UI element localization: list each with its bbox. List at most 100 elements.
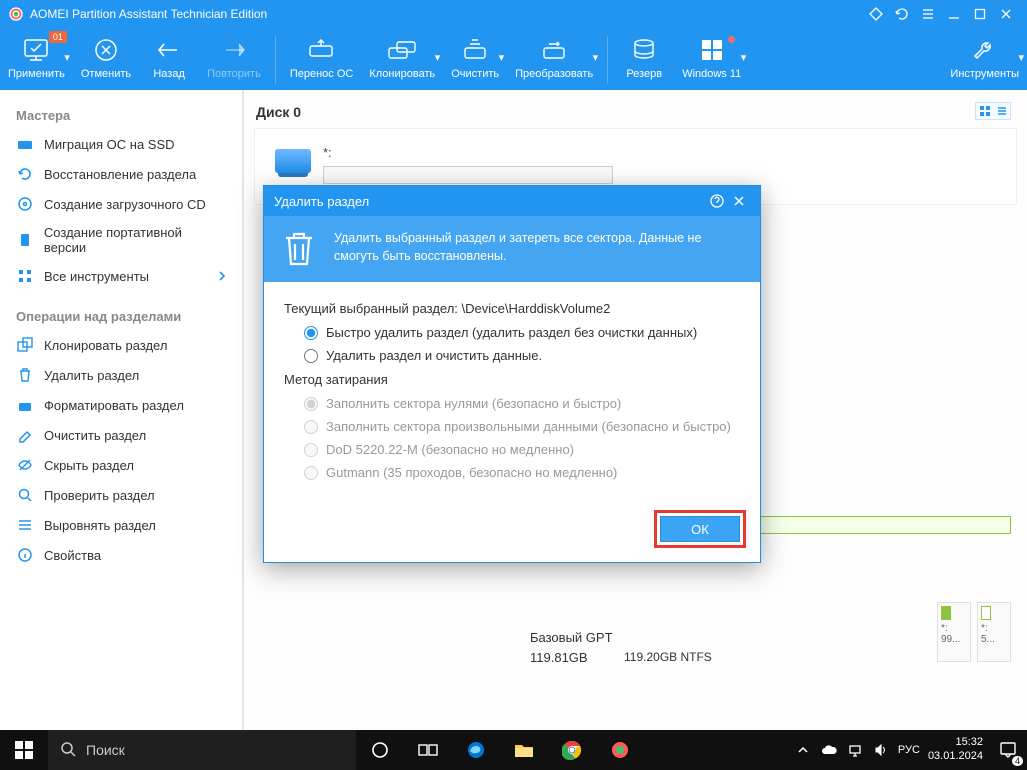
radio-random: Заполнить сектора произвольными данными … bbox=[284, 415, 740, 438]
aomei-taskbar-icon[interactable] bbox=[596, 730, 644, 770]
chevron-right-icon bbox=[217, 271, 227, 281]
grid-view-icon bbox=[976, 103, 993, 119]
refresh-icon[interactable] bbox=[889, 4, 915, 24]
tray-chevron-icon[interactable] bbox=[794, 741, 812, 759]
network-icon[interactable] bbox=[846, 741, 864, 759]
apply-button[interactable]: 01 Применить ▾ bbox=[0, 34, 73, 80]
wipe-method-label: Метод затирания bbox=[284, 372, 740, 387]
sidebar-item-hide-partition[interactable]: Скрыть раздел bbox=[0, 450, 243, 480]
trash-icon bbox=[16, 366, 34, 384]
sidebar-item-delete-partition[interactable]: Удалить раздел bbox=[0, 360, 243, 390]
explorer-icon[interactable] bbox=[500, 730, 548, 770]
search-icon bbox=[16, 486, 34, 504]
ok-highlight: ОК bbox=[654, 510, 746, 548]
forward-button: Повторить bbox=[199, 34, 269, 80]
ops-heading: Операции над разделами bbox=[0, 301, 243, 330]
grid-icon bbox=[16, 267, 34, 285]
keyboard-lang[interactable]: РУС bbox=[898, 744, 920, 756]
sidebar-item-bootable-cd[interactable]: Создание загрузочного CD bbox=[0, 189, 243, 219]
partition-bar[interactable] bbox=[323, 166, 613, 184]
radio-zeros: Заполнить сектора нулями (безопасно и бы… bbox=[284, 392, 740, 415]
chrome-icon[interactable] bbox=[548, 730, 596, 770]
action-center-button[interactable]: 4 bbox=[989, 730, 1027, 770]
taskbar-clock[interactable]: 15:32 03.01.2024 bbox=[928, 736, 983, 764]
radio-dod: DoD 5220.22-M (безопасно но медленно) bbox=[284, 438, 740, 461]
close-button[interactable] bbox=[993, 4, 1019, 24]
maximize-button[interactable] bbox=[967, 4, 993, 24]
system-tray: РУС 15:32 03.01.2024 bbox=[794, 736, 989, 764]
sidebar-item-all-tools[interactable]: Все инструменты bbox=[0, 261, 243, 291]
title-bar: AOMEI Partition Assistant Technician Edi… bbox=[0, 0, 1027, 28]
ssd-icon bbox=[16, 135, 34, 153]
notification-count: 4 bbox=[1012, 756, 1023, 766]
sidebar-item-align-partition[interactable]: Выровнять раздел bbox=[0, 510, 243, 540]
mini-partition[interactable]: *:5... bbox=[977, 602, 1011, 662]
view-toggle[interactable] bbox=[975, 102, 1011, 120]
caret-down-icon: ▾ bbox=[741, 51, 747, 64]
sidebar-item-check-partition[interactable]: Проверить раздел bbox=[0, 480, 243, 510]
convert-button[interactable]: Преобразовать ▾ bbox=[507, 34, 601, 80]
migrate-os-button[interactable]: Перенос ОС bbox=[282, 34, 362, 80]
dialog-header: Удалить выбранный раздел и затереть все … bbox=[264, 216, 760, 282]
search-placeholder: Поиск bbox=[86, 742, 125, 758]
dialog-titlebar: Удалить раздел bbox=[264, 186, 760, 216]
list-view-icon bbox=[993, 103, 1010, 119]
caret-down-icon: ▾ bbox=[1018, 51, 1024, 64]
disk-title: Диск 0 bbox=[254, 100, 1017, 128]
backup-button[interactable]: Резерв bbox=[614, 34, 674, 80]
radio-gutmann: Gutmann (35 проходов, безопасно но медле… bbox=[284, 461, 740, 484]
pending-badge: 01 bbox=[49, 31, 67, 43]
clone-button[interactable]: Клонировать ▾ bbox=[361, 34, 443, 80]
sidebar-item-wipe-partition[interactable]: Очистить раздел bbox=[0, 420, 243, 450]
sidebar-item-format-partition[interactable]: Форматировать раздел bbox=[0, 390, 243, 420]
mini-partitions: *:99... *:5... bbox=[937, 602, 1011, 662]
disk-icon bbox=[275, 149, 311, 173]
window-title: AOMEI Partition Assistant Technician Edi… bbox=[30, 7, 267, 21]
taskbar-search[interactable]: Поиск bbox=[48, 730, 356, 770]
radio-wipe-delete[interactable]: Удалить раздел и очистить данные. bbox=[284, 344, 740, 367]
dialog-close-button[interactable] bbox=[728, 190, 750, 212]
sidebar: Мастера Миграция ОС на SSD Восстановлени… bbox=[0, 90, 244, 730]
radio-quick-delete[interactable]: Быстро удалить раздел (удалить раздел бе… bbox=[284, 321, 740, 344]
help-button[interactable] bbox=[706, 190, 728, 212]
usb-icon bbox=[16, 231, 34, 249]
caret-down-icon: ▾ bbox=[435, 51, 441, 64]
start-button[interactable] bbox=[0, 730, 48, 770]
diamond-icon[interactable] bbox=[863, 4, 889, 24]
delete-partition-dialog: Удалить раздел Удалить выбранный раздел … bbox=[263, 185, 761, 563]
wizards-heading: Мастера bbox=[0, 100, 243, 129]
sidebar-item-partition-recovery[interactable]: Восстановление раздела bbox=[0, 159, 243, 189]
back-button[interactable]: Назад bbox=[139, 34, 199, 80]
sidebar-item-properties[interactable]: Свойства bbox=[0, 540, 243, 570]
menu-icon[interactable] bbox=[915, 4, 941, 24]
sidebar-item-portable[interactable]: Создание портативной версии bbox=[0, 219, 243, 261]
sidebar-item-clone-partition[interactable]: Клонировать раздел bbox=[0, 330, 243, 360]
align-icon bbox=[16, 516, 34, 534]
ok-button[interactable]: ОК bbox=[660, 516, 740, 542]
cd-icon bbox=[16, 195, 34, 213]
tools-button[interactable]: Инструменты ▾ bbox=[942, 34, 1027, 80]
caret-down-icon: ▾ bbox=[593, 51, 599, 64]
caret-down-icon: ▾ bbox=[499, 51, 505, 64]
dialog-title: Удалить раздел bbox=[274, 194, 369, 209]
info-icon bbox=[16, 546, 34, 564]
minimize-button[interactable] bbox=[941, 4, 967, 24]
dialog-body: Текущий выбранный раздел: \Device\Harddi… bbox=[264, 282, 760, 502]
sidebar-item-migrate-ssd[interactable]: Миграция ОС на SSD bbox=[0, 129, 243, 159]
recovery-icon bbox=[16, 165, 34, 183]
cortana-icon[interactable] bbox=[356, 730, 404, 770]
taskbar: Поиск РУС 15:32 03.01.2024 4 bbox=[0, 730, 1027, 770]
app-logo-icon bbox=[8, 6, 24, 22]
disk-summary: Базовый GPT 119.81GB 119.20GB NTFS bbox=[530, 628, 613, 667]
partition-label: *: bbox=[323, 145, 613, 160]
onedrive-icon[interactable] bbox=[820, 741, 838, 759]
wipe-button[interactable]: Очистить ▾ bbox=[443, 34, 507, 80]
cancel-button[interactable]: Отменить bbox=[73, 34, 139, 80]
windows11-button[interactable]: Windows 11 ▾ bbox=[674, 34, 749, 80]
edge-icon[interactable] bbox=[452, 730, 500, 770]
mini-partition[interactable]: *:99... bbox=[937, 602, 971, 662]
caret-down-icon: ▾ bbox=[64, 51, 70, 64]
eye-off-icon bbox=[16, 456, 34, 474]
task-view-icon[interactable] bbox=[404, 730, 452, 770]
volume-icon[interactable] bbox=[872, 741, 890, 759]
